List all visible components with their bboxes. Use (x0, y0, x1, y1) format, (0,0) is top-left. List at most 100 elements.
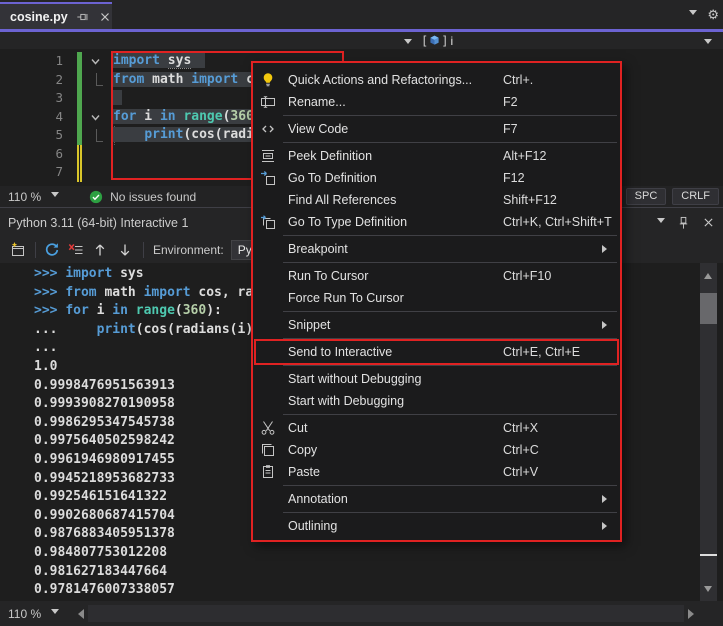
window-position-chevron-icon[interactable] (657, 218, 665, 227)
rename-icon (260, 94, 276, 110)
tool-window-title: Python 3.11 (64-bit) Interactive 1 (8, 216, 188, 230)
horizontal-scrollbar[interactable] (88, 605, 684, 622)
menu-item-cut[interactable]: CutCtrl+X (253, 417, 620, 439)
navigation-bar: [ ] i (0, 32, 723, 50)
toolbar-separator (35, 242, 36, 258)
menu-item-label: Quick Actions and Refactorings... (288, 73, 472, 87)
menu-item-label: Rename... (288, 95, 346, 109)
menu-shortcut: F7 (503, 122, 518, 136)
settings-gear-icon[interactable]: ⚙ (707, 8, 719, 21)
menu-separator (283, 512, 617, 513)
pin-icon[interactable] (677, 216, 690, 230)
tool-window-controls (657, 216, 715, 230)
line-number: 2 (0, 71, 66, 90)
check-circle-icon (89, 190, 103, 204)
interactive-status-bar: 110 % (0, 601, 723, 626)
menu-separator (283, 262, 617, 263)
menu-item-label: View Code (288, 122, 348, 136)
environment-label: Environment: (153, 243, 224, 257)
member-dropdown[interactable]: [ ] i (421, 33, 453, 49)
menu-item-view-code[interactable]: View Code F7 (253, 118, 620, 140)
menu-item-run-to-cursor[interactable]: Run To CursorCtrl+F10 (253, 265, 620, 287)
fold-chevron-icon[interactable] (90, 56, 101, 67)
view-code-icon (260, 121, 276, 137)
scroll-up-icon[interactable] (704, 269, 712, 279)
change-bar-unsaved (77, 145, 82, 182)
menu-item-force-run-to-cursor[interactable]: Force Run To Cursor (253, 287, 620, 309)
menu-shortcut: Ctrl+K, Ctrl+Shift+T (503, 215, 612, 229)
document-health[interactable]: No issues found (89, 190, 196, 204)
line-ending-badge[interactable]: CRLF (672, 188, 719, 205)
fold-chevron-icon[interactable] (90, 112, 101, 123)
new-interactive-window-icon[interactable] (10, 242, 26, 258)
menu-item-label: Start without Debugging (288, 372, 421, 386)
menu-item-label: Find All References (288, 193, 396, 207)
menu-item-snippet[interactable]: Snippet (253, 314, 620, 336)
close-icon[interactable] (98, 10, 112, 24)
tab-bar: cosine.py ⚙ (0, 0, 723, 29)
menu-item-go-to-definition[interactable]: Go To DefinitionF12 (253, 167, 620, 189)
menu-shortcut: Ctrl+E, Ctrl+E (503, 345, 580, 359)
go-to-definition-icon (260, 170, 276, 186)
outline-bracket (96, 129, 103, 142)
cube-icon (428, 34, 441, 47)
menu-item-peek-definition[interactable]: Peek DefinitionAlt+F12 (253, 145, 620, 167)
menu-item-label: Breakpoint (288, 242, 348, 256)
interactive-zoom-level[interactable]: 110 % (8, 607, 41, 621)
menu-item-outlining[interactable]: Outlining (253, 515, 620, 537)
line-number: 4 (0, 108, 66, 127)
scroll-down-icon[interactable] (704, 586, 712, 596)
menu-item-copy[interactable]: CopyCtrl+C (253, 439, 620, 461)
menu-item-send-to-interactive[interactable]: Send to InteractiveCtrl+E, Ctrl+E (253, 341, 620, 363)
vertical-scrollbar[interactable] (700, 263, 717, 602)
clear-screen-icon[interactable] (68, 242, 84, 258)
zoom-chevron-icon[interactable] (51, 192, 59, 201)
indent-mode-badge[interactable]: SPC (626, 188, 667, 205)
toolbar-separator (143, 242, 144, 258)
menu-item-label: Paste (288, 465, 320, 479)
menu-separator (283, 235, 617, 236)
scroll-right-icon[interactable] (688, 609, 699, 619)
menu-separator (283, 115, 617, 116)
reset-session-icon[interactable] (44, 242, 60, 258)
editor-zoom-level[interactable]: 110 % (8, 190, 41, 204)
menu-shortcut: F2 (503, 95, 518, 109)
scroll-left-icon[interactable] (73, 609, 84, 619)
close-icon[interactable] (702, 216, 715, 229)
line-number-gutter: 1234567 (0, 52, 66, 182)
vs-window: cosine.py ⚙ [ ] i 1234567 (0, 0, 723, 626)
menu-item-quick-actions-and-refactorings[interactable]: Quick Actions and Refactorings...Ctrl+. (253, 69, 620, 91)
submenu-arrow-icon (602, 522, 611, 530)
zoom-chevron-icon[interactable] (51, 609, 59, 618)
scrollbar-thumb[interactable] (700, 293, 717, 324)
tab-cosine-py[interactable]: cosine.py (0, 2, 112, 29)
type-dropdown-chevron-icon[interactable] (404, 39, 412, 48)
lightbulb-icon (260, 72, 276, 88)
menu-item-annotation[interactable]: Annotation (253, 488, 620, 510)
menu-item-label: Cut (288, 421, 307, 435)
history-previous-icon[interactable] (92, 242, 108, 258)
menu-shortcut: Shift+F12 (503, 193, 557, 207)
menu-shortcut: Ctrl+C (503, 443, 539, 457)
tab-bar-controls: ⚙ (689, 0, 719, 29)
member-dropdown-chevron-icon[interactable] (704, 39, 712, 48)
menu-item-rename[interactable]: Rename... F2 (253, 91, 620, 113)
pin-icon[interactable] (76, 10, 90, 24)
repl-line: 0.984807753012208 (34, 544, 698, 563)
change-bar-saved (77, 52, 82, 145)
menu-item-start-without-debugging[interactable]: Start without Debugging (253, 368, 620, 390)
menu-shortcut: Ctrl+V (503, 465, 538, 479)
menu-item-paste[interactable]: Paste Ctrl+V (253, 461, 620, 483)
menu-item-start-with-debugging[interactable]: Start with Debugging (253, 390, 620, 412)
go-to-type-definition-icon (260, 214, 276, 230)
menu-item-find-all-references[interactable]: Find All References Shift+F12 (253, 189, 620, 211)
health-label: No issues found (110, 190, 196, 204)
history-next-icon[interactable] (117, 242, 133, 258)
menu-item-breakpoint[interactable]: Breakpoint (253, 238, 620, 260)
menu-item-go-to-type-definition[interactable]: Go To Type DefinitionCtrl+K, Ctrl+Shift+… (253, 211, 620, 233)
bracket-right: ] (441, 34, 448, 48)
scrollbar-mark (700, 554, 717, 556)
menu-separator (283, 311, 617, 312)
menu-item-label: Snippet (288, 318, 330, 332)
document-list-chevron-icon[interactable] (689, 10, 697, 19)
